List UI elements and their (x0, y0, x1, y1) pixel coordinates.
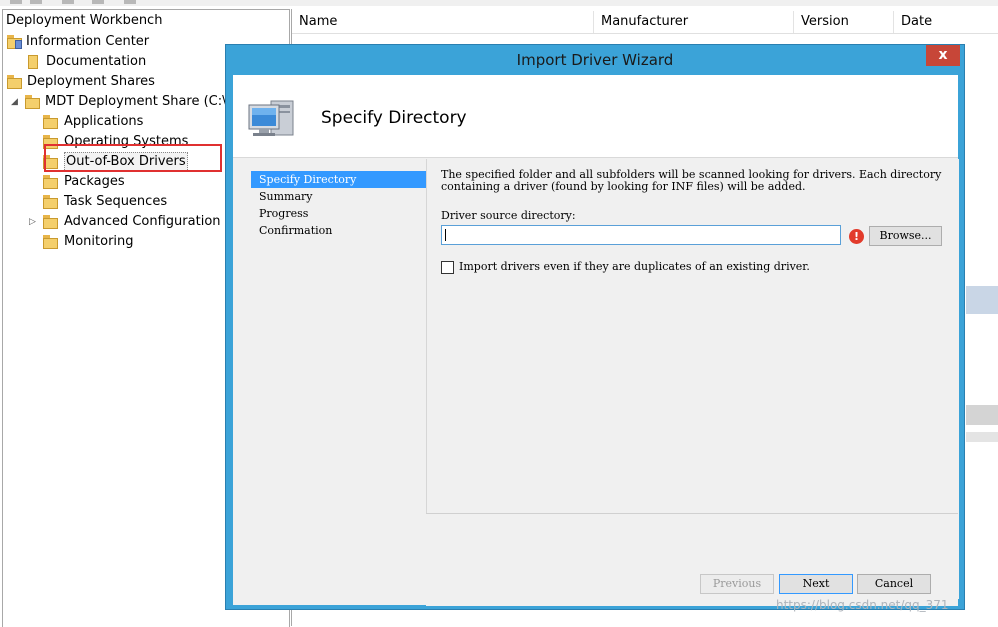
tree-item-mdt-share[interactable]: ◢ MDT Deployment Share (C:\De (11, 92, 245, 112)
page-title: Specify Directory (321, 108, 467, 128)
tree-item-packages[interactable]: Packages (43, 172, 125, 192)
description-text: The specified folder and all subfolders … (441, 168, 942, 193)
list-header: Name Manufacturer Version Date (292, 11, 998, 34)
column-header-version[interactable]: Version (794, 11, 894, 33)
computer-icon (248, 100, 294, 136)
tree-label: Packages (64, 174, 125, 189)
step-summary[interactable]: Summary (251, 188, 427, 205)
wizard-header: Specify Directory (233, 75, 958, 158)
tree-item-info-center[interactable]: Information Center (7, 32, 149, 52)
tree-label: Information Center (26, 34, 150, 49)
toolbar-icon[interactable] (124, 0, 136, 4)
folder-icon (43, 235, 59, 249)
actions-pane-section (966, 432, 998, 442)
folder-icon (43, 195, 59, 209)
tree-item-advanced-configuration[interactable]: ▷ Advanced Configuration (29, 212, 221, 232)
watermark-text: https://blog.csdn.net/qq_371 (776, 598, 949, 612)
tree-label: MDT Deployment Share (C:\De (45, 94, 245, 109)
next-button[interactable]: Next (779, 574, 853, 594)
wizard-steps: Specify Directory Summary Progress Confi… (251, 171, 427, 239)
folder-icon (25, 95, 41, 109)
source-directory-input[interactable] (441, 225, 841, 245)
toolbar-icon[interactable] (62, 0, 74, 4)
tree-label: Advanced Configuration (64, 214, 221, 229)
tree-label: Monitoring (64, 234, 134, 249)
text-caret (445, 229, 446, 241)
step-confirmation[interactable]: Confirmation (251, 222, 427, 239)
tree-label: Task Sequences (64, 194, 168, 209)
toolbar-icon[interactable] (30, 0, 42, 4)
tree-label: Deployment Shares (27, 74, 155, 89)
toolbar-icon[interactable] (10, 0, 22, 4)
source-directory-label: Driver source directory: (441, 209, 576, 222)
toolbar-strip (0, 0, 998, 6)
step-specify-directory[interactable]: Specify Directory (251, 171, 427, 188)
tree-item-deployment-shares[interactable]: Deployment Shares (7, 72, 155, 92)
actions-pane-header (966, 286, 998, 314)
folder-icon (7, 75, 23, 89)
import-duplicates-label[interactable]: Import drivers even if they are duplicat… (459, 260, 810, 273)
close-button[interactable]: x (926, 45, 960, 66)
folder-icon (43, 175, 59, 189)
previous-button[interactable]: Previous (700, 574, 774, 594)
cancel-button[interactable]: Cancel (857, 574, 931, 594)
tree-label: Applications (64, 114, 144, 129)
collapse-arrow-icon[interactable]: ◢ (11, 92, 18, 112)
tree-item-monitoring[interactable]: Monitoring (43, 232, 134, 252)
tree-item-documentation[interactable]: Documentation (25, 52, 146, 72)
toolbar-icon[interactable] (92, 0, 104, 4)
folder-icon (43, 215, 59, 229)
tree-item-task-sequences[interactable]: Task Sequences (43, 192, 167, 212)
dialog-client: Specify Directory Specify Directory Summ… (233, 75, 959, 606)
column-header-manufacturer[interactable]: Manufacturer (594, 11, 794, 33)
error-icon: ! (849, 229, 864, 244)
browse-button[interactable]: Browse... (869, 226, 942, 246)
actions-pane-section (966, 405, 998, 425)
step-progress[interactable]: Progress (251, 205, 427, 222)
import-driver-wizard-dialog: Import Driver Wizard x Specify Directory… (225, 44, 965, 610)
tree-item-applications[interactable]: Applications (43, 112, 143, 132)
tree-label: Documentation (46, 54, 147, 69)
red-highlight-box (44, 144, 222, 172)
import-duplicates-checkbox[interactable] (441, 261, 454, 274)
expand-arrow-icon[interactable]: ▷ (29, 212, 36, 232)
folder-icon (43, 115, 59, 129)
column-header-name[interactable]: Name (292, 11, 594, 33)
wizard-footer: Previous Next Cancel (426, 513, 958, 606)
dialog-title: Import Driver Wizard (516, 51, 674, 69)
folder-icon (7, 35, 23, 49)
column-header-date[interactable]: Date (894, 11, 998, 33)
tree-item-root[interactable]: Deployment Workbench (6, 11, 162, 31)
document-icon (25, 55, 41, 69)
